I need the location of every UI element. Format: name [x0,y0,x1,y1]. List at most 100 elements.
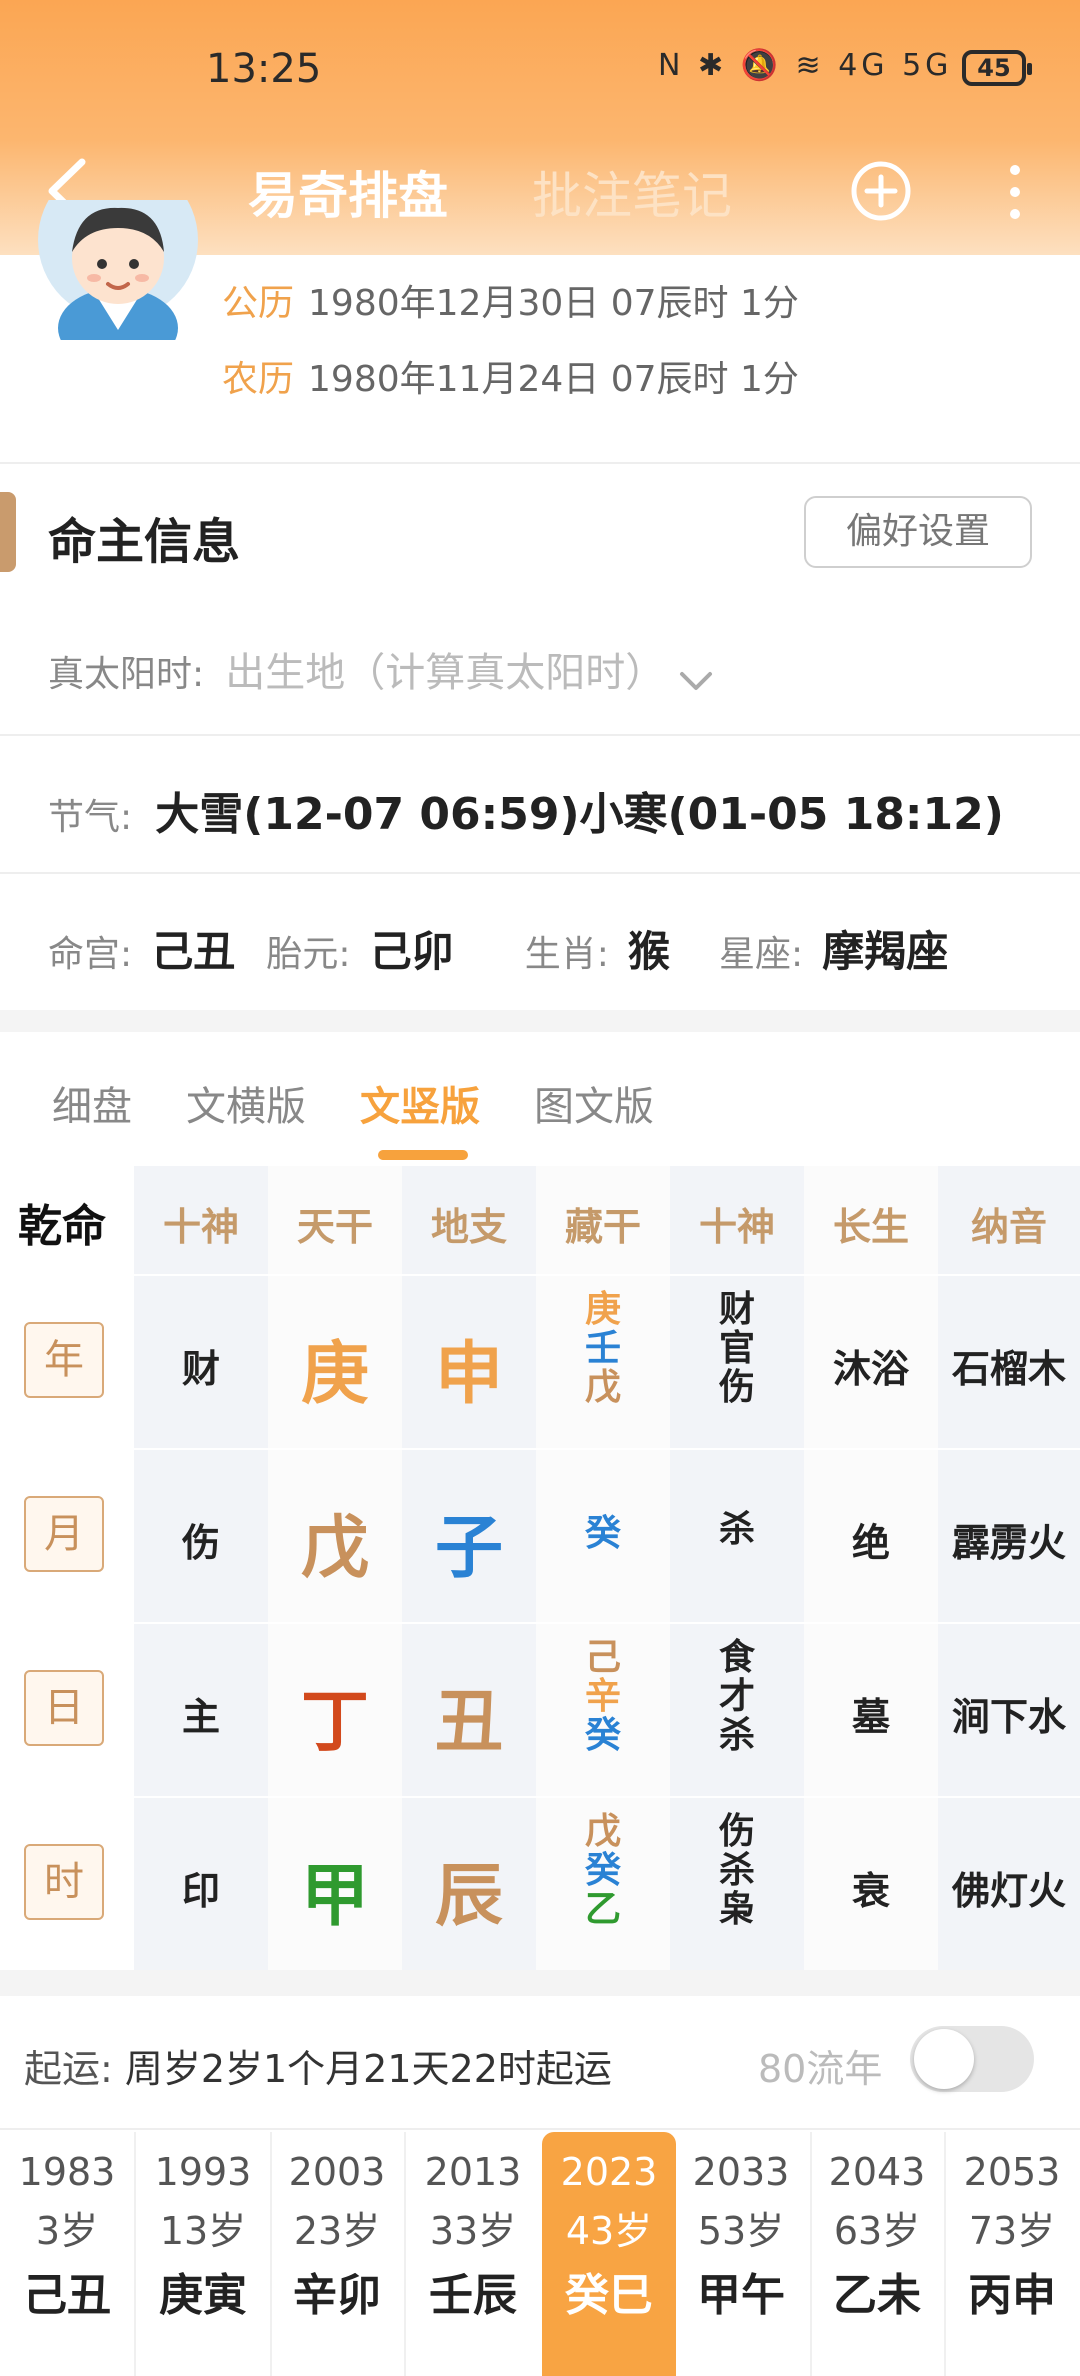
dayun-ganzhi: 乙未 [833,2270,921,2321]
pillar-tag-hour: 时 [24,1844,104,1920]
dayun-column[interactable]: 1993 13岁 庚寅 [136,2132,270,2376]
nayin-cell: 涧下水 [951,1695,1066,1739]
column-bg [134,1166,268,1970]
column-bg [938,1166,1080,1970]
canggan-cell: 癸 [536,1514,670,1553]
chevron-down-icon[interactable] [678,670,714,694]
shishen2-item: 杀 [718,1850,755,1891]
palace-row: 命宫: 己丑 胎元: 己卯 生肖: 猴 星座: 摩羯座 [48,918,1068,979]
dayun-ganzhi: 丙申 [968,2270,1056,2321]
tiangan-cell: 戊 [300,1509,369,1588]
shishen-cell: 财 [181,1347,220,1391]
qiyun-label: 起运: [24,2047,113,2091]
dizhi-cell: 子 [434,1509,503,1588]
header-canggan: 藏干 [564,1205,641,1249]
canggan-item: 己 [584,1637,621,1678]
jieqi-value: 大雪(12-07 06:59)小寒(01-05 18:12) [155,789,1004,840]
solar-label: 公历 [222,283,295,324]
canggan-item: 辛 [584,1676,621,1717]
canggan-item: 壬 [584,1328,621,1369]
subtab-tuwen[interactable]: 图文版 [534,1074,654,1132]
dayun-year: 2023 [560,2150,658,2194]
minggong-value: 己丑 [151,927,236,976]
dayun-column[interactable]: 1983 3岁 己丑 [0,2132,134,2376]
dayun-ganzhi: 癸巳 [565,2270,653,2321]
shishen2-item: 枭 [718,1889,755,1930]
more-vertical-icon[interactable] [1000,162,1030,222]
shishen2-item: 伤 [718,1367,755,1408]
dayun-age: 43岁 [565,2209,653,2253]
solar-time-row[interactable]: 真太阳时: 出生地（计算真太阳时） [48,640,714,698]
birthplace-input[interactable]: 出生地（计算真太阳时） [225,650,665,696]
dayun-age: 23岁 [293,2209,381,2253]
dizhi-cell: 申 [434,1335,503,1414]
changsheng-cell: 绝 [851,1521,890,1565]
shishen2-item: 才 [718,1676,755,1717]
dayun-age: 73岁 [968,2209,1056,2253]
dayun-year: 1983 [18,2150,116,2194]
dayun-age: 13岁 [159,2209,247,2253]
section-gap [0,1010,1080,1032]
dayun-year: 2033 [692,2150,790,2194]
shishen2-cell: 杀 [670,1510,804,1549]
canggan-item: 戊 [584,1811,621,1852]
dayun-age: 63岁 [833,2209,921,2253]
qiyun-value: 周岁2岁1个月21天22时起运 [124,2047,612,2091]
changsheng-cell: 墓 [851,1695,890,1739]
shishen2-item: 官 [718,1328,755,1369]
tiangan-cell: 丁 [300,1683,369,1762]
dizhi-cell: 辰 [434,1857,503,1936]
dayun-year: 2053 [963,2150,1061,2194]
divider [0,734,1080,736]
shishen2-cell: 伤 杀 枭 [670,1812,804,1929]
shishen-cell: 伤 [181,1521,220,1565]
liunian-label: 80流年 [758,2047,883,2091]
add-circle-icon[interactable] [850,160,912,222]
tiangan-cell: 庚 [300,1335,369,1414]
shishen-cell: 印 [181,1869,220,1913]
subtab-active-indicator [378,1150,468,1160]
dayun-age: 53岁 [697,2209,785,2253]
tab-paipan[interactable]: 易奇排盘 [248,156,448,228]
dayun-column-current[interactable]: 2023 43岁 癸巳 [542,2132,676,2376]
subtab-wenshu[interactable]: 文竖版 [360,1074,480,1132]
preference-settings-button[interactable]: 偏好设置 [804,496,1032,568]
dayun-year: 1993 [154,2150,252,2194]
shishen2-item: 杀 [718,1509,755,1550]
qianming-label: 乾命 [18,1201,106,1252]
canggan-item: 乙 [584,1889,621,1930]
xingzuo-label: 星座: [719,934,804,975]
header-shishen: 十神 [162,1205,239,1249]
liunian-toggle[interactable] [910,2026,1034,2092]
dayun-column[interactable]: 2013 33岁 壬辰 [406,2132,540,2376]
solar-value: 1980年12月30日 07辰时 1分 [308,283,799,324]
avatar [38,200,198,340]
canggan-item: 癸 [584,1850,621,1891]
status-time: 13:25 [206,46,322,92]
subtab-xipan[interactable]: 细盘 [52,1074,132,1132]
divider [0,872,1080,874]
header-changsheng: 长生 [832,1205,909,1249]
canggan-item: 庚 [584,1289,621,1330]
dayun-column[interactable]: 2053 73岁 丙申 [944,2132,1080,2376]
jieqi-label: 节气: [48,797,133,838]
dizhi-cell: 丑 [434,1683,503,1762]
dayun-column[interactable]: 2003 23岁 辛卯 [270,2132,404,2376]
taiyuan-value: 己卯 [369,927,454,976]
tab-notes[interactable]: 批注笔记 [532,156,732,228]
xingzuo-value: 摩羯座 [822,927,949,976]
changsheng-cell: 衰 [851,1869,890,1913]
shishen-cell: 主 [181,1695,220,1739]
dayun-column[interactable]: 2033 53岁 甲午 [674,2132,808,2376]
dayun-ganzhi: 辛卯 [293,2270,381,2321]
jieqi-row: 节气: 大雪(12-07 06:59)小寒(01-05 18:12) [48,778,1004,842]
solar-time-label: 真太阳时: [48,654,205,695]
changsheng-cell: 沐浴 [832,1347,909,1391]
dayun-ganzhi: 甲午 [697,2270,785,2321]
header-tiangan: 天干 [296,1205,373,1249]
dayun-column[interactable]: 2043 63岁 乙未 [810,2132,944,2376]
dayun-age: 3岁 [35,2209,99,2253]
battery-icon: 45 [962,50,1032,86]
subtab-wenheng[interactable]: 文横版 [186,1074,306,1132]
canggan-cell: 庚 壬 戊 [536,1290,670,1407]
